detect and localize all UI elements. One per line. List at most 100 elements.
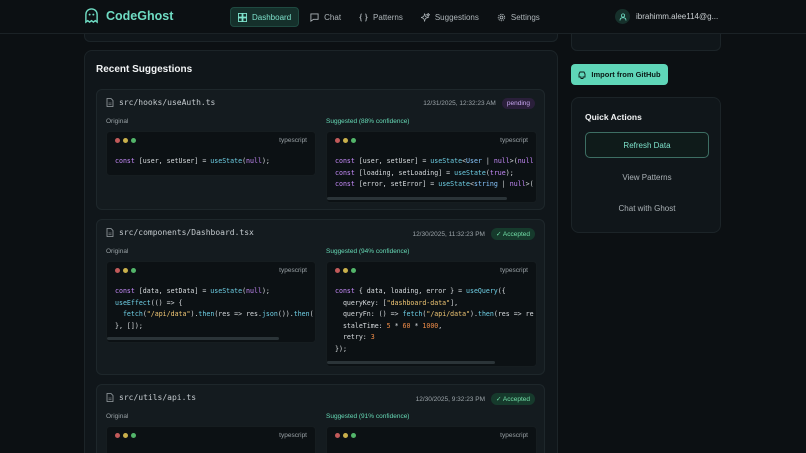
code-line: queryKey: ["dashboard-data"],: [335, 298, 459, 307]
sparkles-icon: [420, 12, 430, 22]
window-dots: [115, 433, 136, 438]
file-icon: [106, 98, 114, 107]
window-dots: [115, 138, 136, 143]
nav-dashboard-label: Dashboard: [252, 12, 292, 22]
language-label: typescript: [500, 137, 528, 144]
github-icon: [578, 71, 586, 79]
file-path: src/components/Dashboard.tsx: [106, 228, 254, 237]
nav-dashboard[interactable]: Dashboard: [230, 7, 300, 27]
quick-actions-card: Quick Actions Refresh Data View Patterns…: [571, 97, 721, 233]
file-icon: [106, 228, 114, 237]
ghost-logo-icon: [85, 8, 98, 24]
code-line: const [user, setUser] = useState(null);: [115, 157, 270, 165]
user-email: ibrahimm.alee114@g...: [636, 12, 719, 21]
original-label: Original: [106, 118, 129, 125]
suggestion-card[interactable]: src/utils/api.ts 12/30/2025, 9:32:23 PM …: [96, 384, 545, 453]
suggestion-card[interactable]: src/hooks/useAuth.ts 12/31/2025, 12:32:2…: [96, 89, 545, 210]
suggested-label: Suggested (91% confidence): [326, 413, 410, 420]
code-line: }, []);: [115, 321, 143, 330]
user-menu[interactable]: ibrahimm.alee114@g...: [615, 9, 718, 24]
gear-icon: [497, 13, 506, 21]
code-line: queryFn: () => fetch("/api/data").then(r…: [335, 310, 534, 318]
code-line: staleTime: 5 * 60 * 1000,: [335, 321, 443, 330]
language-label: typescript: [279, 267, 307, 274]
original-label: Original: [106, 413, 129, 420]
suggestion-card[interactable]: src/components/Dashboard.tsx 12/30/2025,…: [96, 219, 545, 375]
status-text: Accepted: [502, 231, 530, 238]
status-badge: ✓ Accepted: [490, 393, 535, 405]
file-name: src/hooks/useAuth.ts: [119, 98, 216, 107]
status-badge: ✓ Accepted: [490, 228, 535, 240]
code-lines: const [data, setData] = useState(null); u…: [115, 286, 314, 332]
chat-icon: [310, 12, 319, 22]
suggestion-meta: 12/30/2025, 11:32:23 PM ✓ Accepted: [412, 228, 535, 240]
nav-chat[interactable]: Chat: [303, 7, 348, 27]
language-label: typescript: [500, 267, 528, 274]
timestamp: 12/31/2025, 12:32:23 AM: [423, 100, 496, 107]
nav-settings-label: Settings: [510, 12, 540, 22]
language-label: typescript: [500, 432, 528, 439]
code-line: const [loading, setLoading] = useState(t…: [335, 168, 514, 177]
timestamp: 12/30/2025, 9:32:23 PM: [415, 395, 485, 403]
file-icon: [106, 393, 114, 402]
avatar: [615, 9, 630, 24]
nav-patterns[interactable]: Patterns: [352, 7, 410, 27]
status-text: Accepted: [502, 396, 530, 403]
suggested-label: Suggested (94% confidence): [326, 248, 410, 255]
window-dots: [335, 138, 356, 143]
timestamp: 12/30/2025, 11:32:23 PM: [412, 230, 485, 238]
original-code-block: typescript const [data, setData] = useSt…: [106, 261, 316, 343]
nav-links: Dashboard Chat Patterns Suggestions Sett…: [230, 7, 547, 27]
code-line: retry: 3: [335, 333, 375, 341]
suggested-code-block: typescript const [user, setUser] = useSt…: [326, 131, 537, 203]
code-line: const { data, loading, error } = useQuer…: [335, 287, 506, 295]
brand[interactable]: CodeGhost: [84, 8, 173, 24]
original-code-block: typescript const [user, setUser] = useSt…: [106, 131, 316, 176]
nav-suggestions[interactable]: Suggestions: [414, 7, 486, 27]
code-line: const [data, setData] = useState(null);: [115, 287, 270, 295]
import-github-button[interactable]: Import from GitHub: [571, 64, 668, 85]
window-dots: [335, 433, 356, 438]
original-code-block: typescript: [106, 426, 316, 453]
horizontal-scrollbar[interactable]: [327, 197, 507, 200]
window-dots: [115, 268, 136, 273]
suggested-label: Suggested (88% confidence): [326, 118, 410, 125]
previous-sidebar-card-edge: [571, 34, 721, 51]
suggested-code-block: typescript: [326, 426, 537, 453]
code-line: const [error, setError] = useState<strin…: [335, 180, 534, 188]
braces-icon: [359, 12, 368, 22]
nav-settings[interactable]: Settings: [490, 7, 547, 27]
quick-actions-title: Quick Actions: [585, 112, 642, 122]
view-patterns-button[interactable]: View Patterns: [585, 164, 709, 190]
chat-with-ghost-button[interactable]: Chat with Ghost: [585, 195, 709, 221]
top-navbar: CodeGhost Dashboard Chat Patterns Sugges…: [0, 0, 806, 34]
file-name: src/components/Dashboard.tsx: [119, 228, 254, 237]
section-title: Recent Suggestions: [96, 64, 193, 75]
check-icon: ✓: [495, 231, 503, 238]
code-lines: const [user, setUser] = useState(null);: [115, 156, 270, 168]
code-line: });: [335, 344, 347, 353]
language-label: typescript: [279, 137, 307, 144]
file-path: src/utils/api.ts: [106, 393, 196, 402]
previous-card-edge: [84, 34, 558, 42]
dashboard-icon: [238, 12, 247, 22]
window-dots: [335, 268, 356, 273]
code-lines: const [user, setUser] = useState<User | …: [335, 156, 534, 191]
horizontal-scrollbar[interactable]: [327, 361, 495, 364]
suggested-code-block: typescript const { data, loading, error …: [326, 261, 537, 367]
suggestion-meta: 12/31/2025, 12:32:23 AM pending: [423, 98, 535, 109]
horizontal-scrollbar[interactable]: [107, 337, 279, 340]
nav-suggestions-label: Suggestions: [434, 12, 479, 22]
code-lines: const { data, loading, error } = useQuer…: [335, 286, 534, 355]
refresh-data-button[interactable]: Refresh Data: [585, 132, 709, 158]
status-badge: pending: [501, 98, 535, 109]
file-path: src/hooks/useAuth.ts: [106, 98, 215, 107]
check-icon: ✓: [495, 396, 503, 403]
language-label: typescript: [279, 432, 307, 439]
code-line: const [user, setUser] = useState<User | …: [335, 157, 534, 165]
user-icon: [619, 12, 626, 21]
import-github-label: Import from GitHub: [591, 70, 661, 79]
code-line: useEffect(() => {: [115, 298, 183, 307]
original-label: Original: [106, 248, 129, 255]
nav-patterns-label: Patterns: [373, 12, 403, 22]
